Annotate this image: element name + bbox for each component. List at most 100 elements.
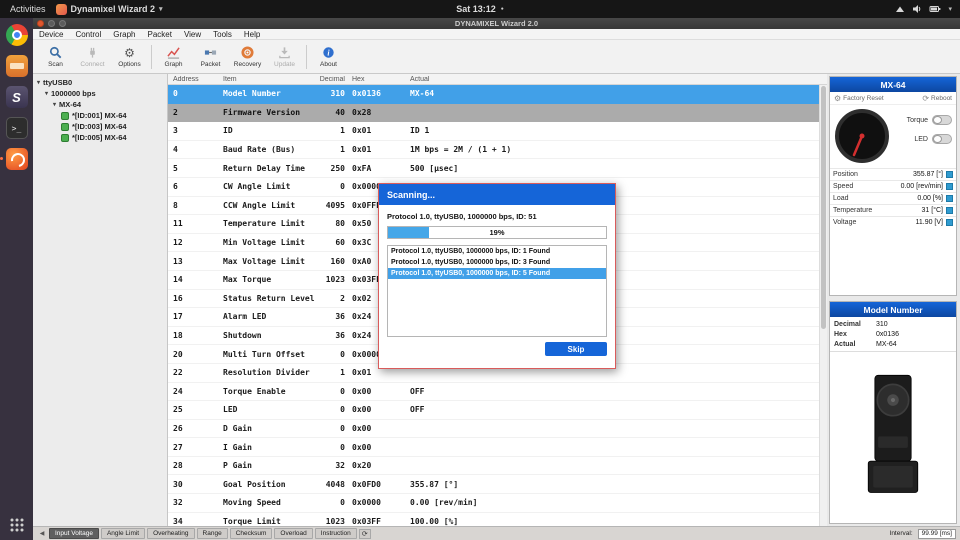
window-titlebar[interactable]: DYNAMIXEL Wizard 2.0 (33, 18, 960, 29)
table-row[interactable]: 34 Torque Limit 1023 0x03FF 100.00 [%] (168, 513, 819, 526)
graph-button[interactable]: Graph (155, 42, 192, 72)
stat-graph-button[interactable] (946, 183, 953, 190)
cell-item: Goal Position (223, 479, 286, 489)
servo-chip-icon (61, 111, 69, 120)
cell-item: Resolution Divider (223, 368, 310, 378)
terminal-icon[interactable]: >_ (5, 116, 29, 140)
statusbar-tab-overload[interactable]: Overload (274, 528, 313, 539)
scan-button[interactable]: Scan (37, 42, 74, 72)
cell-hex: 0xFA (352, 163, 372, 173)
cell-decimal: 36 (335, 331, 345, 341)
reboot-label: Reboot (931, 94, 952, 102)
refresh-button[interactable]: ⟳ (358, 528, 371, 539)
cell-address: 18 (173, 331, 183, 341)
tree-node-ttyusb0[interactable]: ▾ ttyUSB0 (35, 77, 165, 88)
interval-field[interactable]: 99.99 [ms] (917, 528, 956, 539)
menu-packet[interactable]: Packet (141, 30, 177, 39)
show-applications-button[interactable] (8, 516, 26, 534)
toolbar-label: Connect (80, 60, 105, 68)
led-toggle[interactable] (932, 134, 952, 144)
col-header-decimal: Decimal (319, 75, 345, 83)
statusbar-tab-overheating[interactable]: Overheating (147, 528, 195, 539)
statusbar-tab-angle-limit[interactable]: Angle Limit (100, 528, 146, 539)
table-row[interactable]: 4 Baud Rate (Bus) 1 0x01 1M bps = 2M / (1 + … (168, 141, 819, 160)
statusbar-tab-checksum[interactable]: Checksum (229, 528, 273, 539)
cell-address: 24 (173, 386, 183, 396)
tree-device[interactable]: *[ID:001] MX-64 (35, 110, 165, 121)
factory-reset-button[interactable]: ⚙ Factory Reset (834, 94, 884, 103)
toolbar-label: Options (118, 60, 141, 68)
about-button[interactable]: i About (310, 42, 347, 72)
table-row[interactable]: 28 P Gain 32 0x20 (168, 457, 819, 476)
table-row[interactable]: 27 I Gain 0 0x00 (168, 438, 819, 457)
dynamixel-wizard-icon[interactable] (0, 147, 29, 171)
cell-address: 5 (173, 163, 178, 173)
scan-result-item[interactable]: Protocol 1.0, ttyUSB0, 1000000 bps, ID: … (388, 257, 606, 268)
chevron-down-icon: ▾ (45, 91, 49, 97)
app-menu-button[interactable]: Dynamixel Wizard 2 ▾ (55, 3, 162, 15)
stat-graph-button[interactable] (946, 207, 953, 214)
table-row[interactable]: 25 LED 0 0x00 OFF (168, 401, 819, 420)
toolbar-label: Recovery (233, 60, 262, 68)
menu-control[interactable]: Control (69, 30, 107, 39)
recovery-button[interactable]: Recovery (229, 42, 266, 72)
menu-view[interactable]: View (178, 30, 207, 39)
servo-chip-icon (61, 133, 69, 142)
packet-button[interactable]: Packet (192, 42, 229, 72)
menu-device[interactable]: Device (33, 30, 69, 39)
device-tree: ▾ ttyUSB0 ▾ 1000000 bps ▾ MX-64 *[ID:001] MX-6… (33, 74, 168, 526)
tree-node-mx-64[interactable]: ▾ MX-64 (35, 99, 165, 110)
tree-device[interactable]: *[ID:005] MX-64 (35, 132, 165, 143)
table-row[interactable]: 30 Goal Position 4048 0x0FD0 355.87 [°] (168, 475, 819, 495)
statusbar-tab-range[interactable]: Range (196, 528, 228, 539)
clock[interactable]: Sat 13:12 (456, 4, 496, 14)
s-app-icon[interactable]: S (5, 85, 29, 109)
reboot-button[interactable]: ⟳ Reboot (922, 94, 952, 103)
torque-toggle[interactable] (932, 115, 952, 125)
stat-graph-button[interactable] (946, 219, 953, 226)
table-row[interactable]: 0 Model Number 310 0x0136 MX-64 (168, 85, 819, 104)
activities-button[interactable]: Activities (0, 4, 56, 14)
toolbar-separator (151, 44, 152, 69)
cell-item: CW Angle Limit (223, 182, 291, 192)
stat-row-voltage: Voltage 11.90 [V] (830, 216, 956, 228)
table-row[interactable]: 32 Moving Speed 0 0x0000 0.00 [rev/min] (168, 494, 819, 513)
menu-graph[interactable]: Graph (107, 30, 141, 39)
system-tray[interactable]: ▾ (895, 4, 960, 14)
cell-decimal: 0 (340, 498, 345, 508)
chevron-down-icon: ▾ (948, 6, 952, 13)
tree-device[interactable]: *[ID:003] MX-64 (35, 121, 165, 132)
table-row[interactable]: 24 Torque Enable 0 0x00 OFF (168, 383, 819, 402)
table-row[interactable]: 26 D Gain 0 0x00 (168, 420, 819, 439)
tab-scroll-left-button[interactable]: ◀ (37, 530, 47, 537)
cell-address: 2 (173, 107, 178, 117)
cell-item: Model Number (223, 89, 281, 99)
table-row[interactable]: 5 Return Delay Time 250 0xFA 500 [μsec] (168, 159, 819, 178)
scan-result-item[interactable]: Protocol 1.0, ttyUSB0, 1000000 bps, ID: … (388, 268, 606, 279)
table-row[interactable]: 2 Firmware Version 40 0x28 (168, 103, 819, 123)
scan-result-item[interactable]: Protocol 1.0, ttyUSB0, 1000000 bps, ID: … (388, 246, 606, 257)
menu-help[interactable]: Help (238, 30, 266, 39)
menu-tools[interactable]: Tools (207, 30, 238, 39)
statusbar-tab-input-voltage[interactable]: Input Voltage (49, 528, 99, 539)
cell-decimal: 1023 (325, 516, 345, 526)
cell-address: 4 (173, 145, 178, 155)
cell-item: D Gain (223, 423, 252, 433)
table-row[interactable]: 3 ID 1 0x01 ID 1 (168, 122, 819, 141)
cell-actual: OFF (410, 405, 425, 415)
tree-node-1000000-bps[interactable]: ▾ 1000000 bps (35, 88, 165, 99)
cell-item: Firmware Version (223, 107, 301, 117)
stat-value: 11.90 [V] (915, 219, 943, 226)
tree-node-label: MX-64 (59, 100, 82, 109)
statusbar-tab-instruction[interactable]: Instruction (314, 528, 357, 539)
led-label: LED (914, 135, 928, 143)
skip-button[interactable]: Skip (545, 342, 607, 356)
stat-graph-button[interactable] (946, 171, 953, 178)
cell-decimal: 0 (340, 423, 345, 433)
stat-graph-button[interactable] (946, 195, 953, 202)
chrome-icon[interactable] (5, 23, 29, 47)
options-button[interactable]: ⚙ Options (111, 42, 148, 72)
table-scrollbar[interactable] (819, 85, 827, 526)
files-icon[interactable] (5, 54, 29, 78)
scrollbar-thumb[interactable] (821, 86, 826, 329)
